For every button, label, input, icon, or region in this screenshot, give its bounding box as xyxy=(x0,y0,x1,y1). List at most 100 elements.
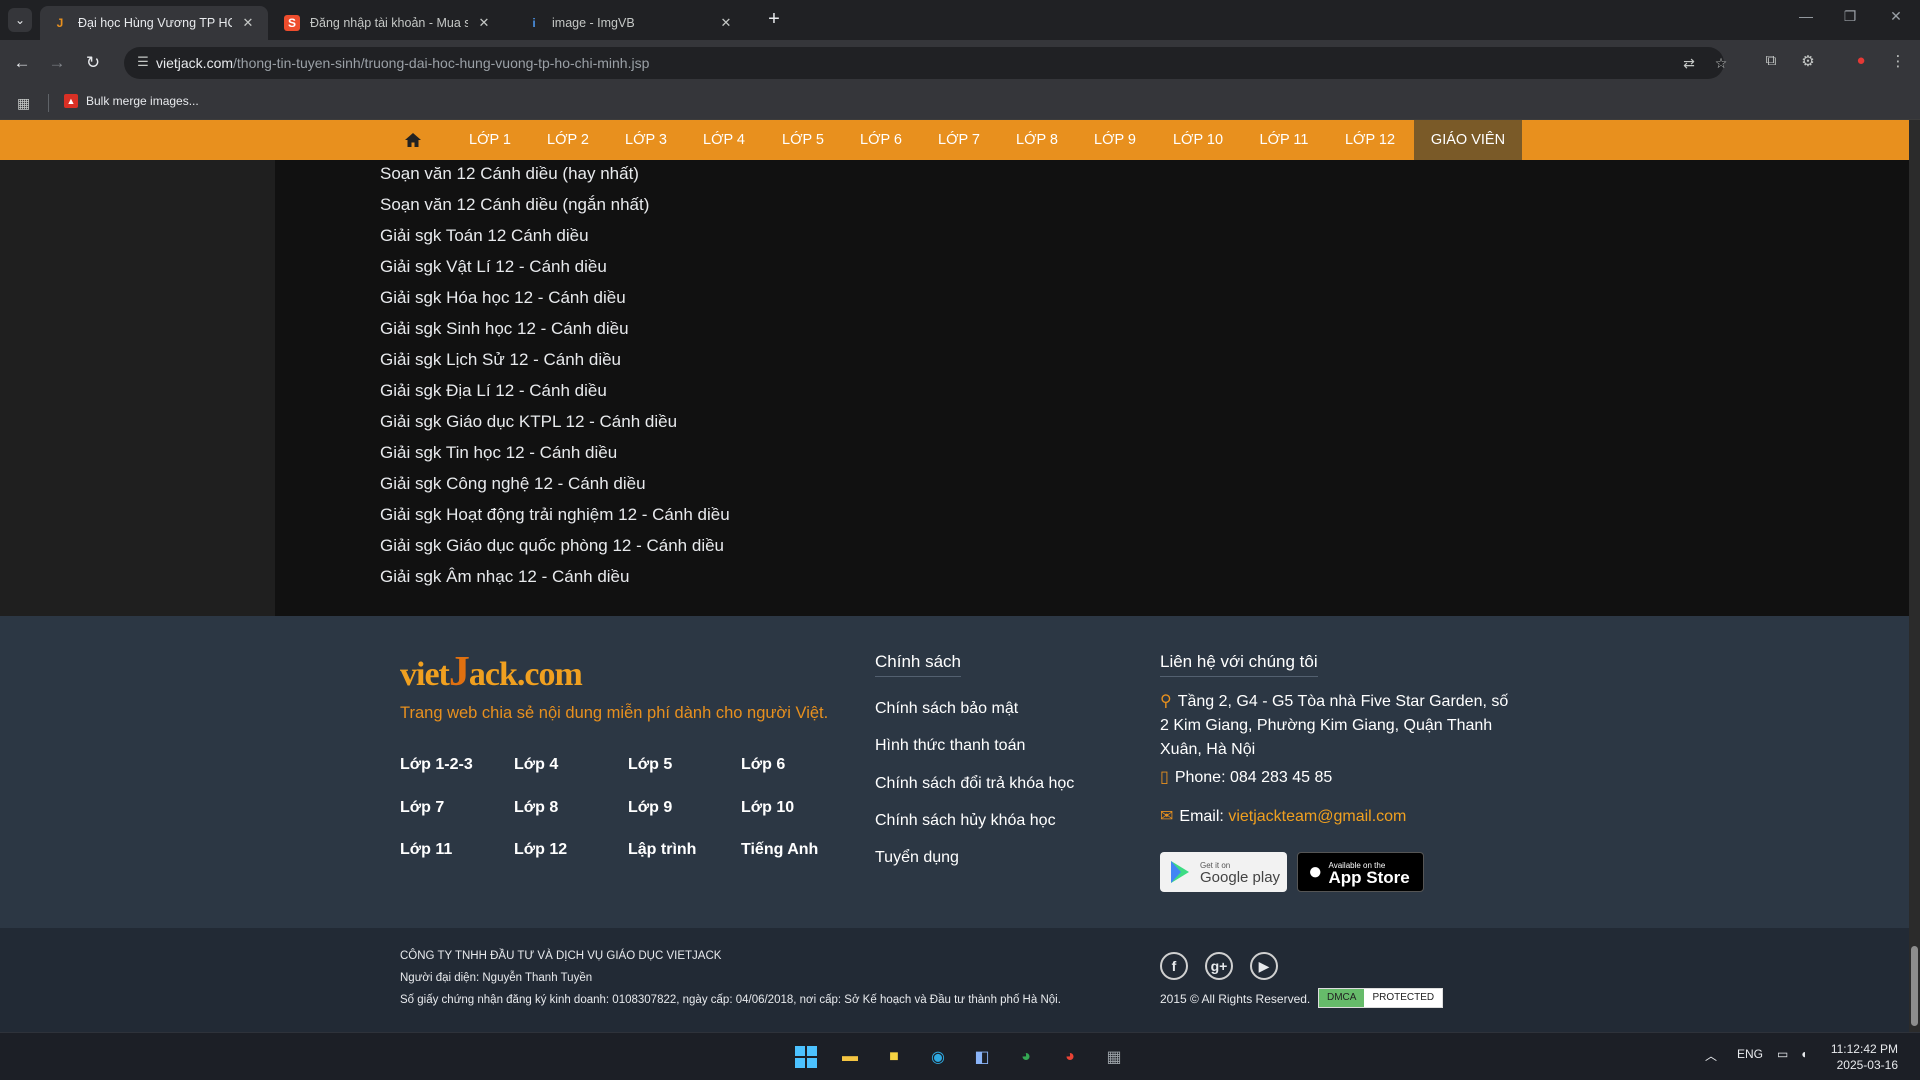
translate-extension-icon[interactable]: ⧉ xyxy=(1760,52,1782,74)
vietjack-logo[interactable]: vietJack.com xyxy=(400,648,583,696)
file-explorer-icon[interactable]: ▬ xyxy=(835,1042,865,1072)
content-link[interactable]: Giải sgk Giáo dục KTPL 12 - Cánh diều xyxy=(380,412,677,432)
app-store-badge[interactable]: ● Available on the App Store xyxy=(1297,852,1424,892)
back-icon[interactable]: ← xyxy=(9,50,35,76)
policy-link[interactable]: Tuyển dụng xyxy=(875,849,959,867)
tray-chevron-icon[interactable]: ︿ xyxy=(1705,1047,1717,1064)
footer-grade-link[interactable]: Lớp 9 xyxy=(628,799,672,817)
copyright: 2015 © All Rights Reserved. xyxy=(1160,992,1311,1006)
content-link[interactable]: Soạn văn 12 Cánh diều (ngắn nhất) xyxy=(380,195,649,215)
close-tab-icon[interactable]: ✕ xyxy=(718,15,734,31)
nav-lop-8[interactable]: LỚP 8 xyxy=(1009,120,1065,160)
tab-imgvb[interactable]: i image - ImgVB ✕ xyxy=(514,6,746,40)
content-link[interactable]: Giải sgk Hóa học 12 - Cánh diều xyxy=(380,288,626,308)
nav-lop-7[interactable]: LỚP 7 xyxy=(931,120,987,160)
nav-lop-5[interactable]: LỚP 5 xyxy=(775,120,831,160)
nav-lop-11[interactable]: LỚP 11 xyxy=(1252,120,1316,160)
address-bar[interactable]: ☰ vietjack.com/thong-tin-tuyen-sinh/truo… xyxy=(124,47,1727,79)
content-link[interactable]: Giải sgk Địa Lí 12 - Cánh diều xyxy=(380,381,607,401)
google-play-badge[interactable]: Get it on Google play xyxy=(1160,852,1287,892)
minimize-icon[interactable]: — xyxy=(1786,8,1826,24)
imgvb-favicon-icon: i xyxy=(532,16,536,30)
tab-vietjack[interactable]: J Đại học Hùng Vương TP HCM ( ✕ xyxy=(40,6,268,40)
nav-lop-3[interactable]: LỚP 3 xyxy=(618,120,674,160)
content-link[interactable]: Giải sgk Hoạt động trải nghiệm 12 - Cánh… xyxy=(380,505,730,525)
system-clock[interactable]: 11:12:42 PM 2025-03-16 xyxy=(1828,1041,1898,1073)
policy-link[interactable]: Chính sách đổi trả khóa học xyxy=(875,775,1074,793)
home-icon[interactable] xyxy=(404,132,422,148)
close-window-icon[interactable]: ✕ xyxy=(1876,8,1916,25)
policy-link[interactable]: Chính sách bảo mật xyxy=(875,700,1018,718)
content-link[interactable]: Giải sgk Toán 12 Cánh diều xyxy=(380,226,589,246)
scrollbar-thumb[interactable] xyxy=(1911,946,1918,1026)
bookmark-divider xyxy=(48,94,49,112)
extensions-icon[interactable]: ⚙ xyxy=(1797,52,1819,74)
nav-lop-2[interactable]: LỚP 2 xyxy=(540,120,596,160)
footer-grade-link[interactable]: Lớp 12 xyxy=(514,841,567,859)
network-app-icon[interactable]: ◧ xyxy=(967,1042,997,1072)
footer-grade-link[interactable]: Tiếng Anh xyxy=(741,841,818,859)
bookmarks-bar: ▦ ▲ Bulk merge images... xyxy=(0,86,1920,120)
menu-dots-icon[interactable]: ⋮ xyxy=(1887,52,1909,74)
nav-lop-10[interactable]: LỚP 10 xyxy=(1166,120,1230,160)
close-tab-icon[interactable]: ✕ xyxy=(240,15,256,31)
tab-search-button[interactable]: ⌄ xyxy=(8,8,32,32)
nav-lop-4[interactable]: LỚP 4 xyxy=(696,120,752,160)
volume-icon[interactable]: ◖ xyxy=(1800,1047,1807,1061)
content-link[interactable]: Giải sgk Tin học 12 - Cánh diều xyxy=(380,443,617,463)
youtube-icon[interactable]: ▶ xyxy=(1250,952,1278,980)
windows-start-icon[interactable] xyxy=(791,1042,821,1072)
url-text[interactable]: vietjack.com/thong-tin-tuyen-sinh/truong… xyxy=(156,55,649,71)
content-link[interactable]: Giải sgk Âm nhạc 12 - Cánh diều xyxy=(380,567,629,587)
close-tab-icon[interactable]: ✕ xyxy=(476,15,492,31)
restore-icon[interactable]: ❐ xyxy=(1830,8,1870,25)
google-plus-icon[interactable]: g+ xyxy=(1205,952,1233,980)
footer-grade-link[interactable]: Lập trình xyxy=(628,841,696,859)
email-link[interactable]: vietjackteam@gmail.com xyxy=(1228,808,1406,825)
footer-grade-link[interactable]: Lớp 4 xyxy=(514,756,558,774)
translate-icon[interactable]: ⇄ xyxy=(1680,55,1698,73)
content-link[interactable]: Giải sgk Giáo dục quốc phòng 12 - Cánh d… xyxy=(380,536,724,556)
page-scrollbar[interactable] xyxy=(1909,120,1920,1032)
footer-grade-link[interactable]: Lớp 8 xyxy=(514,799,558,817)
footer-grade-link[interactable]: Lớp 1-2-3 xyxy=(400,756,473,774)
network-icon[interactable]: ▭ xyxy=(1777,1047,1788,1061)
content-link[interactable]: Giải sgk Công nghệ 12 - Cánh diều xyxy=(380,474,646,494)
bookmark-star-icon[interactable]: ☆ xyxy=(1712,55,1730,73)
content-link[interactable]: Giải sgk Lịch Sử 12 - Cánh diều xyxy=(380,350,621,370)
content-link[interactable]: Soạn văn 12 Cánh diều (hay nhất) xyxy=(380,164,639,184)
nav-lop-6[interactable]: LỚP 6 xyxy=(853,120,909,160)
content-link[interactable]: Giải sgk Vật Lí 12 - Cánh diều xyxy=(380,257,607,277)
bookmark-favicon-icon: ▲ xyxy=(64,94,78,108)
tab-shopee[interactable]: S Đăng nhập tài khoản - Mua sắm ✕ xyxy=(272,6,504,40)
apps-grid-icon[interactable]: ▦ xyxy=(17,95,30,112)
chrome-icon[interactable]: ◕ xyxy=(1011,1042,1041,1072)
profile-avatar-icon[interactable]: ● xyxy=(1850,52,1872,74)
phone-icon: ▯ xyxy=(1160,769,1169,786)
footer-grade-link[interactable]: Lớp 7 xyxy=(400,799,444,817)
sticky-notes-icon[interactable]: ■ xyxy=(879,1042,909,1072)
tab-title: Đại học Hùng Vương TP HCM ( xyxy=(78,16,232,30)
footer-grade-link[interactable]: Lớp 6 xyxy=(741,756,785,774)
nav-lop-1[interactable]: LỚP 1 xyxy=(462,120,518,160)
site-info-icon[interactable]: ☰ xyxy=(134,54,152,72)
nav-lop-12[interactable]: LỚP 12 xyxy=(1338,120,1402,160)
footer-grade-link[interactable]: Lớp 11 xyxy=(400,841,452,859)
policy-link[interactable]: Chính sách hủy khóa học xyxy=(875,812,1056,830)
bookmark-bulk-merge[interactable]: ▲ Bulk merge images... xyxy=(64,94,199,108)
chrome-profile-icon[interactable]: ◕ xyxy=(1055,1042,1085,1072)
edge-icon[interactable]: ◉ xyxy=(923,1042,953,1072)
forward-icon[interactable]: → xyxy=(44,50,70,76)
footer-grade-link[interactable]: Lớp 10 xyxy=(741,799,794,817)
nav-giao-vien[interactable]: GIÁO VIÊN xyxy=(1414,120,1522,160)
new-tab-button[interactable]: + xyxy=(760,8,788,32)
facebook-icon[interactable]: f xyxy=(1160,952,1188,980)
content-link[interactable]: Giải sgk Sinh học 12 - Cánh diều xyxy=(380,319,629,339)
nav-lop-9[interactable]: LỚP 9 xyxy=(1087,120,1143,160)
language-indicator[interactable]: ENG xyxy=(1737,1047,1763,1061)
calculator-icon[interactable]: ▦ xyxy=(1099,1042,1129,1072)
dmca-badge[interactable]: DMCA PROTECTED xyxy=(1318,988,1444,1008)
reload-icon[interactable]: ↻ xyxy=(80,50,106,76)
policy-link[interactable]: Hình thức thanh toán xyxy=(875,737,1025,755)
footer-grade-link[interactable]: Lớp 5 xyxy=(628,756,672,774)
